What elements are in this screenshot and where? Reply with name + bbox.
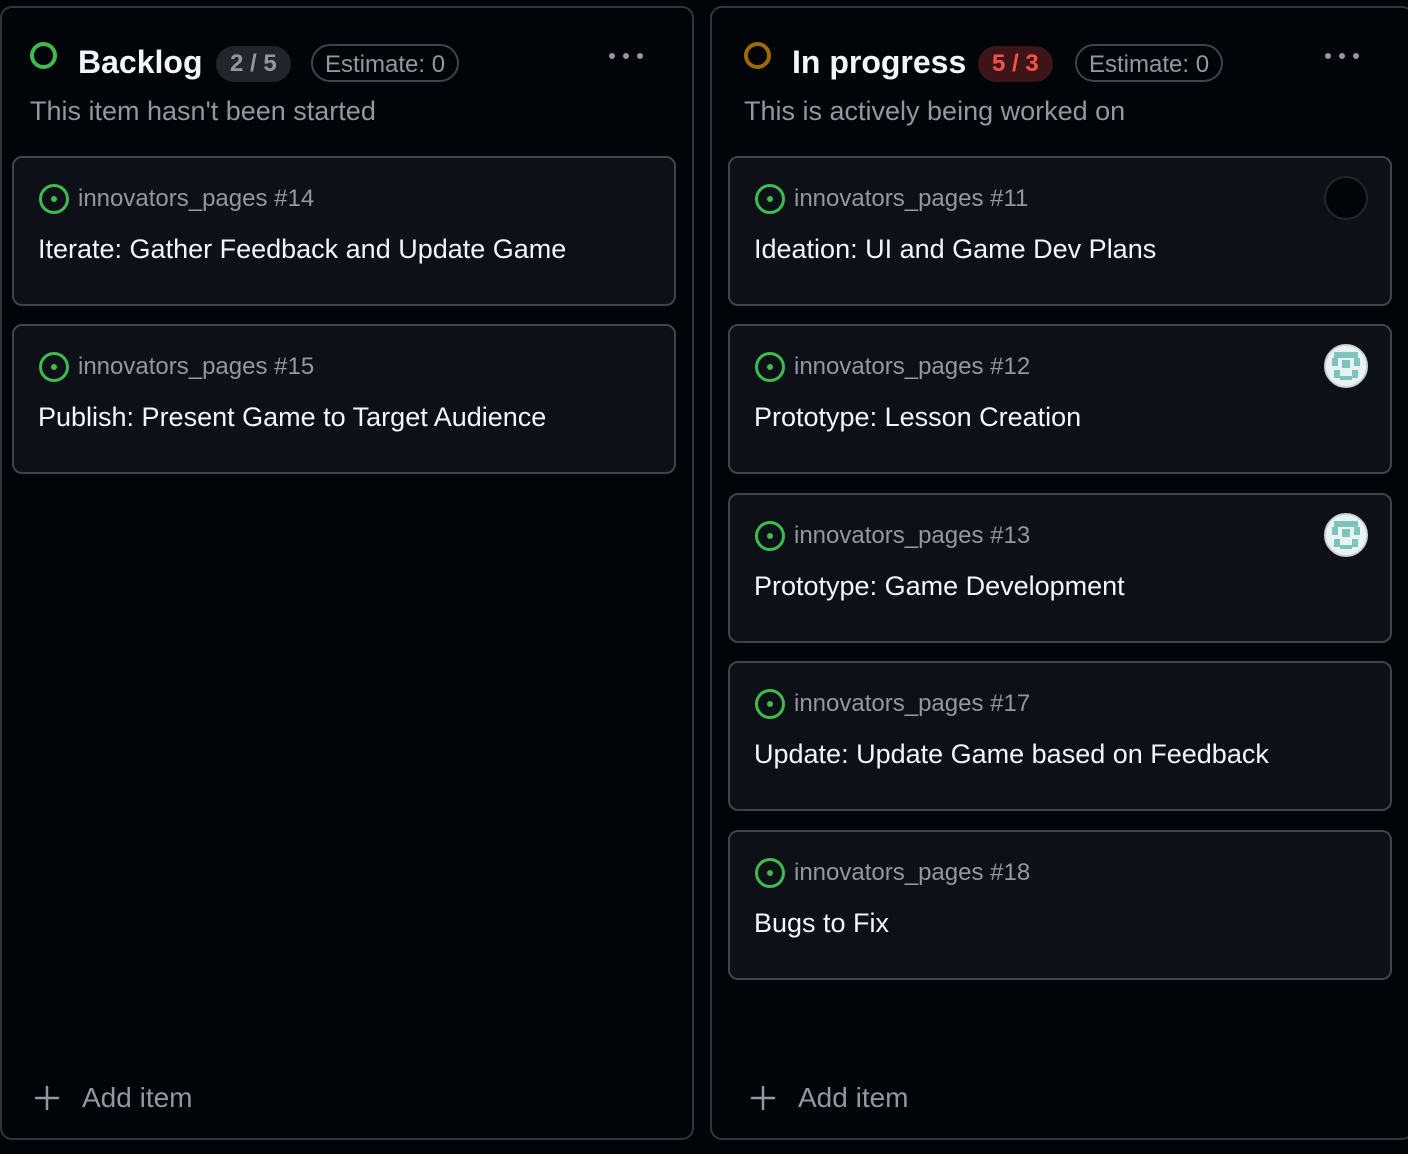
issue-title[interactable]: Publish: Present Game to Target Audience: [38, 400, 546, 434]
open-issue-icon: [39, 184, 69, 214]
issue-title[interactable]: Ideation: UI and Game Dev Plans: [754, 232, 1156, 266]
column-backlog: Backlog 2 / 5 Estimate: 0 This item hasn…: [0, 6, 694, 1140]
issue-card[interactable]: innovators_pages #14 Iterate: Gather Fee…: [12, 156, 676, 306]
issue-reference[interactable]: innovators_pages #13: [794, 521, 1030, 551]
column-description: This is actively being worked on: [744, 96, 1126, 126]
issue-reference[interactable]: innovators_pages #12: [794, 352, 1030, 382]
assignee-avatar[interactable]: [1324, 344, 1368, 388]
assignee-avatar[interactable]: [1324, 513, 1368, 557]
issue-card[interactable]: innovators_pages #12 Prototype: Lesson C…: [728, 324, 1392, 474]
column-more-button[interactable]: [1318, 38, 1366, 78]
column-header: In progress 5 / 3 Estimate: 0 This is ac…: [712, 8, 1408, 148]
item-count-badge: 2 / 5: [216, 46, 291, 82]
column-more-button[interactable]: [602, 38, 650, 78]
open-issue-icon: [755, 689, 785, 719]
identicon-icon: [1326, 515, 1366, 555]
issue-reference[interactable]: innovators_pages #11: [794, 184, 1028, 214]
issue-title[interactable]: Update: Update Game based on Feedback: [754, 737, 1269, 771]
column-title: Backlog: [78, 44, 203, 80]
kebab-horizontal-icon: [1325, 53, 1359, 59]
circle-status-icon: [30, 42, 57, 69]
assignee-avatar[interactable]: [1324, 176, 1368, 220]
add-item-label: Add item: [798, 1082, 909, 1113]
identicon-icon: [1326, 346, 1366, 386]
issue-reference[interactable]: innovators_pages #18: [794, 858, 1030, 888]
issue-title[interactable]: Iterate: Gather Feedback and Update Game: [38, 232, 566, 266]
issue-card[interactable]: innovators_pages #17 Update: Update Game…: [728, 661, 1392, 811]
kebab-horizontal-icon: [609, 53, 643, 59]
plus-icon: [750, 1085, 776, 1111]
circle-status-icon: [744, 42, 771, 69]
issue-title[interactable]: Prototype: Game Development: [754, 569, 1125, 603]
column-in-progress: In progress 5 / 3 Estimate: 0 This is ac…: [710, 6, 1408, 1140]
column-header: Backlog 2 / 5 Estimate: 0 This item hasn…: [2, 8, 692, 148]
add-item-button[interactable]: Add item: [748, 1076, 909, 1120]
issue-reference[interactable]: innovators_pages #15: [78, 352, 314, 382]
project-board: Backlog 2 / 5 Estimate: 0 This item hasn…: [0, 0, 1408, 1154]
open-issue-icon: [39, 352, 69, 382]
item-count-badge: 5 / 3: [978, 46, 1053, 82]
estimate-badge: Estimate: 0: [311, 44, 460, 82]
open-issue-icon: [755, 352, 785, 382]
add-item-button[interactable]: Add item: [32, 1076, 193, 1120]
issue-card[interactable]: innovators_pages #15 Publish: Present Ga…: [12, 324, 676, 474]
issue-title[interactable]: Bugs to Fix: [754, 906, 889, 940]
issue-reference[interactable]: innovators_pages #17: [794, 689, 1030, 719]
issue-card[interactable]: innovators_pages #11 Ideation: UI and Ga…: [728, 156, 1392, 306]
open-issue-icon: [755, 184, 785, 214]
issue-card[interactable]: innovators_pages #18 Bugs to Fix: [728, 830, 1392, 980]
open-issue-icon: [755, 858, 785, 888]
issue-card[interactable]: innovators_pages #13 Prototype: Game Dev…: [728, 493, 1392, 643]
column-description: This item hasn't been started: [30, 96, 376, 126]
open-issue-icon: [755, 521, 785, 551]
column-title: In progress: [792, 44, 967, 80]
issue-reference[interactable]: innovators_pages #14: [78, 184, 314, 214]
estimate-badge: Estimate: 0: [1075, 44, 1224, 82]
plus-icon: [34, 1085, 60, 1111]
add-item-label: Add item: [82, 1082, 193, 1113]
issue-title[interactable]: Prototype: Lesson Creation: [754, 400, 1081, 434]
